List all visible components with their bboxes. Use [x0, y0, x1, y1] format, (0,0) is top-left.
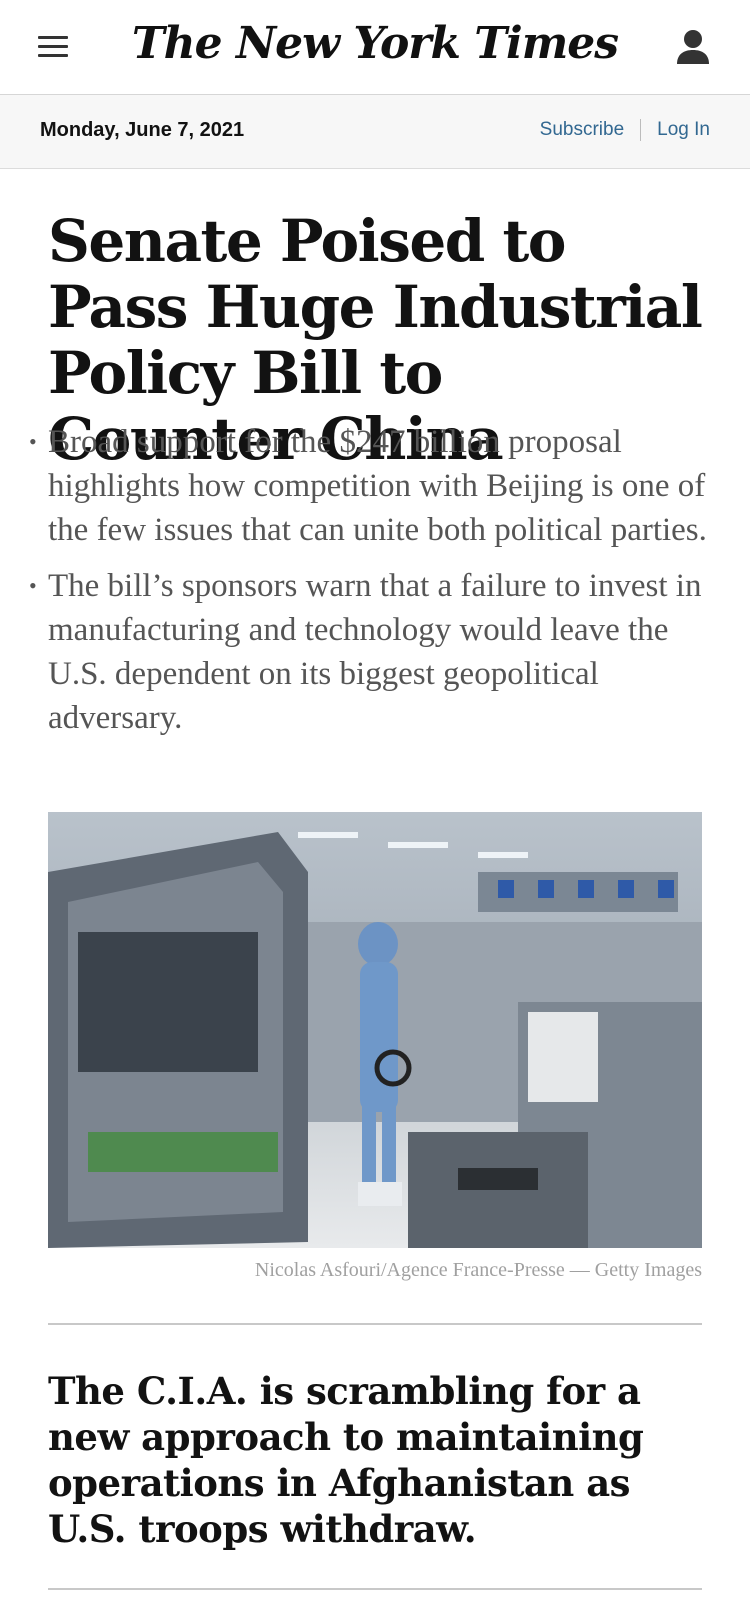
auth-separator — [640, 119, 642, 141]
summary-text: Broad support for the $247 billion propo… — [48, 424, 707, 548]
auth-links: Subscribe Log In — [540, 119, 710, 141]
date-bar: Monday, June 7, 2021 Subscribe Log In — [0, 95, 750, 169]
bullet-icon: • — [29, 573, 37, 598]
current-date: Monday, June 7, 2021 — [40, 119, 245, 141]
masthead: The New York Times — [0, 0, 750, 95]
summary-item: • The bill’s sponsors warn that a failur… — [29, 564, 708, 740]
login-link[interactable]: Log In — [657, 119, 710, 141]
photo-credit: Nicolas Asfouri/Agence France-Presse — G… — [254, 1259, 702, 1281]
lead-summary-list: • Broad support for the $247 billion pro… — [29, 420, 708, 752]
nyt-logo[interactable]: The New York Times — [0, 18, 750, 69]
user-account-icon[interactable] — [676, 28, 710, 66]
summary-text: The bill’s sponsors warn that a failure … — [48, 568, 702, 736]
section-divider — [48, 1588, 702, 1590]
summary-item: • Broad support for the $247 billion pro… — [29, 420, 708, 552]
section-divider — [48, 1323, 702, 1325]
next-story-headline[interactable]: The C.I.A. is scrambling for a new appro… — [48, 1368, 708, 1552]
bullet-icon: • — [29, 429, 37, 454]
subscribe-link[interactable]: Subscribe — [540, 119, 625, 141]
lead-photo[interactable] — [48, 812, 702, 1248]
